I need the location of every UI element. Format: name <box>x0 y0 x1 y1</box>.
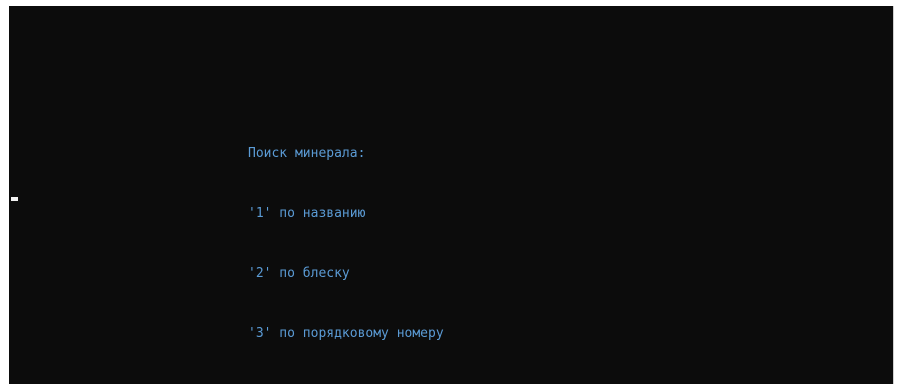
menu-option-by-name: '1' по названию <box>248 206 366 221</box>
menu-option-by-number: '3' по порядковому номеру <box>248 326 444 341</box>
console-output: Поиск минерала: '1' по названию '2' по б… <box>248 104 444 384</box>
menu-title: Поиск минерала: <box>248 146 366 161</box>
text-cursor <box>11 197 18 201</box>
console-window[interactable]: Поиск минерала: '1' по названию '2' по б… <box>9 6 894 384</box>
menu-option-by-luster: '2' по блеску <box>248 266 350 281</box>
